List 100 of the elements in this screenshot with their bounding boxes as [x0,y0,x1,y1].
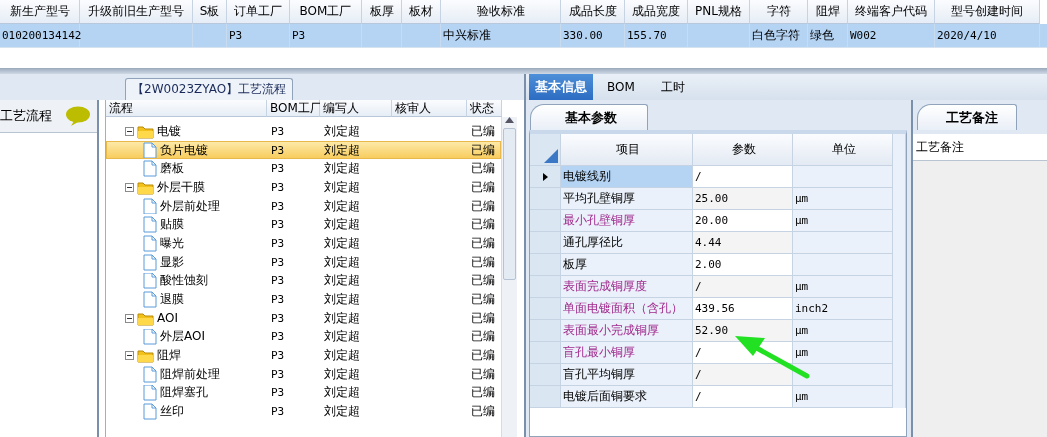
bom-factory-text: P3 [271,143,285,157]
table-cell: 最小孔壁铜厚 [561,210,693,232]
file-icon [143,384,157,402]
table-cell: 中兴标准 [443,27,491,44]
tree-row[interactable]: 退膜 P3 刘定超 已编 [106,290,502,309]
tree-row[interactable]: 丝印 P3 刘定超 已编 [106,402,502,421]
tree-row[interactable]: 阻焊前处理 P3 刘定超 已编 [106,364,502,384]
status-text: 已编 [471,123,495,140]
column-header[interactable]: 阻焊 [808,0,848,24]
tree-row[interactable]: 负片电镀 P3 刘定超 已编 [106,140,502,160]
tree-row[interactable]: 阻焊塞孔 P3 刘定超 已编 [106,383,502,403]
file-icon [143,291,157,308]
column-header[interactable]: 流程 [106,100,267,117]
notes-area[interactable] [913,161,1047,437]
column-header[interactable]: 参数 [693,134,793,166]
speech-bubble-icon[interactable] [65,105,91,127]
table-cell: 4.44 [693,232,793,254]
tree-row[interactable]: 贴膜 P3 刘定超 已编 [106,215,502,235]
status-text: 已编 [471,384,495,402]
file-icon [143,272,157,290]
column-header[interactable]: 核审人 [392,100,467,117]
column-header[interactable]: 成品长度 [561,0,625,24]
column-header[interactable]: 板厚 [362,0,402,24]
bom-factory-text: P3 [271,236,285,250]
author-text: 刘定超 [324,216,360,234]
bom-factory-text: P3 [271,274,285,288]
collapse-icon[interactable] [125,351,134,361]
panel-title: 工艺流程 [0,107,52,125]
file-icon [143,403,157,420]
column-header[interactable]: 板材 [402,0,441,24]
tree-row[interactable]: 外层AOI P3 刘定超 已编 [106,327,502,347]
collapse-icon[interactable] [125,182,134,192]
tab[interactable]: BOM [595,74,647,100]
status-text: 已编 [471,235,495,252]
file-icon [143,235,157,252]
tab[interactable]: 工艺备注 [917,104,1017,130]
tab[interactable]: 基本参数 [530,104,648,130]
scroll-up-icon[interactable] [505,117,514,123]
column-header[interactable]: 字符 [750,0,808,24]
tree-row[interactable]: 外层干膜 P3 刘定超 已编 [106,178,502,197]
row-pointer-icon [542,172,548,181]
tree-row[interactable]: AOI P3 刘定超 已编 [106,308,502,328]
column-header[interactable]: 升级前旧生产型号 [80,0,193,24]
column-header[interactable]: 单位 [793,134,893,166]
tree-row[interactable]: 曝光 P3 刘定超 已编 [106,234,502,253]
table-cell: μm [793,276,893,298]
column-header[interactable]: 项目 [561,134,693,166]
tab[interactable]: 基本信息 [529,74,593,100]
file-icon [143,141,157,159]
table-cell: 白色字符 [752,27,800,44]
column-header[interactable]: 型号创建时间 [935,0,1040,24]
row-header[interactable] [530,166,561,188]
bom-factory-text: P3 [271,405,285,419]
file-icon [143,216,157,234]
table-cell: 表面完成铜厚度 [561,276,693,298]
bom-factory-text: P3 [271,311,285,325]
tree-node-label: 外层AOI [160,328,205,346]
table-cell: 155.70 [627,29,667,42]
table-cell: / [693,276,793,298]
table-cell: 单面电镀面积（含孔） [561,298,693,320]
column-header[interactable]: PNL规格 [688,0,750,24]
tree-row[interactable]: 磨板 P3 刘定超 已编 [106,159,502,179]
column-header[interactable]: BOM工厂 [290,0,362,24]
tree-row[interactable]: 显影 P3 刘定超 已编 [106,252,502,272]
table-cell: 平均孔壁铜厚 [561,188,693,210]
collapse-icon[interactable] [125,313,134,323]
status-text: 已编 [471,328,495,346]
table-cell: 盲孔平均铜厚 [561,364,693,386]
column-header[interactable]: 新生产型号 [0,0,80,24]
collapse-icon[interactable] [125,126,134,136]
author-text: 刘定超 [324,123,360,140]
column-header[interactable]: 验收标准 [441,0,561,24]
author-text: 刘定超 [324,291,360,308]
table-cell: μm [793,320,893,342]
column-header[interactable]: 终端客户代码 [848,0,935,24]
table-cell: 绿色 [810,27,834,44]
tree-row[interactable]: 外层前处理 P3 刘定超 已编 [106,196,502,216]
tree-row[interactable]: 电镀 P3 刘定超 已编 [106,122,502,141]
sort-corner-icon [544,148,558,163]
table-cell: P3 [229,29,243,42]
file-icon [143,365,157,383]
tree-node-label: 曝光 [160,235,184,252]
folder-icon [137,310,154,326]
table-cell: P3 [292,29,306,42]
author-text: 刘定超 [324,179,360,196]
column-header[interactable]: 成品宽度 [625,0,688,24]
column-header[interactable]: 状态 [467,100,502,117]
table-cell: μm [793,210,893,232]
column-header[interactable]: 订单工厂 [227,0,290,24]
scrollbar[interactable] [501,117,517,437]
column-header[interactable]: 编写人 [320,100,392,117]
table-cell: 表面最小完成铜厚 [561,320,693,342]
column-header[interactable]: S板 [193,0,227,24]
tab[interactable]: 工时 [648,74,697,100]
table-row[interactable]: 010200134142 P3 P3 中兴标准 330.00 155.70 白色字符 绿色 W002 2020/4/10 [0,24,1047,48]
status-text: 已编 [471,309,495,327]
corner-header[interactable] [530,134,561,166]
notes-header: 工艺备注 [913,134,1047,161]
tree-row[interactable]: 阻焊 P3 刘定超 已编 [106,346,502,365]
tree-row[interactable]: 酸性蚀刻 P3 刘定超 已编 [106,271,502,291]
